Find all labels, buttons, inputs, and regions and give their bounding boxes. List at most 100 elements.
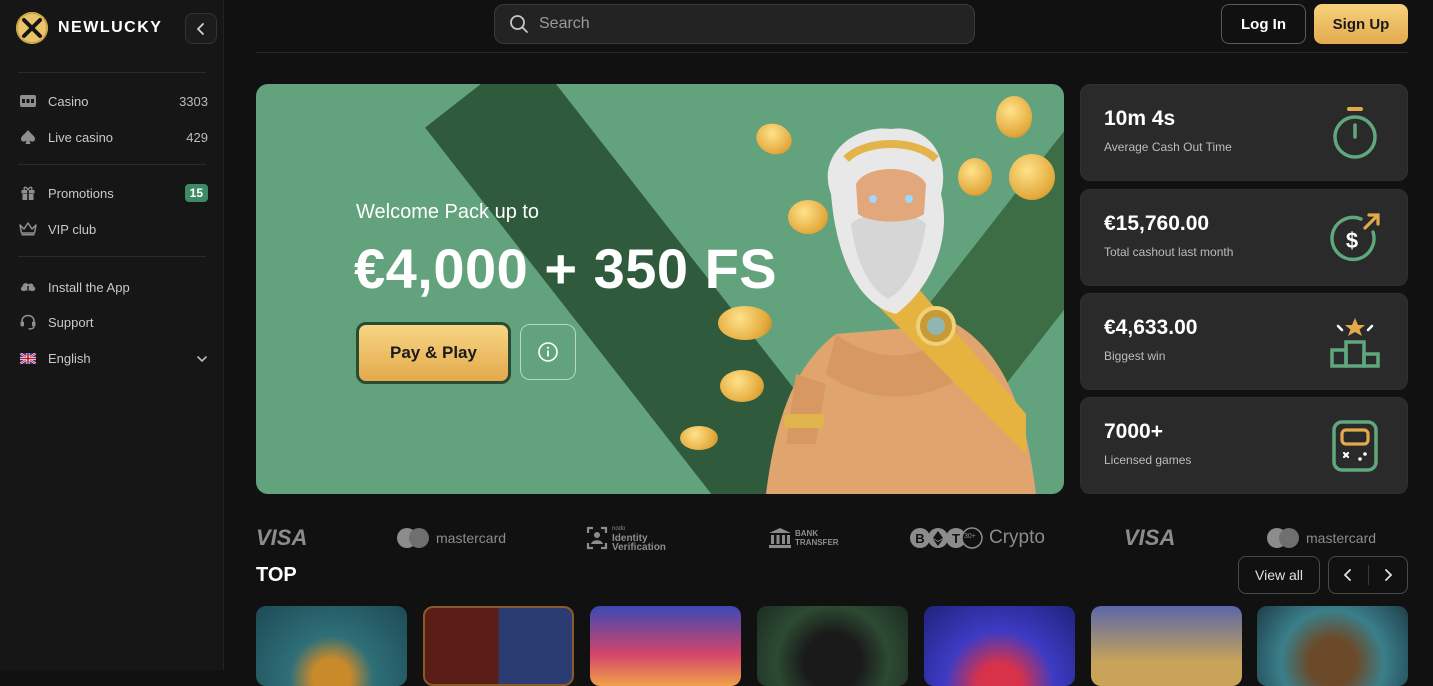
crypto-more-text: 30+ [964, 533, 976, 540]
search-input[interactable]: Search [494, 4, 975, 44]
sidebar-item-label: Support [48, 314, 94, 330]
mastercard-icon [397, 528, 429, 548]
stat-value: €4,633.00 [1104, 316, 1198, 339]
sidebar-item-label: VIP club [48, 221, 97, 237]
sidebar-item-vip-club[interactable]: VIP club [18, 218, 208, 240]
signup-button[interactable]: Sign Up [1314, 4, 1408, 44]
casino-count: 3303 [179, 93, 208, 109]
sidebar-item-promotions[interactable]: Promotions 15 [18, 182, 208, 204]
sidebar-divider [18, 72, 206, 73]
bank-transfer-logo: BANK TRANSFER [768, 522, 839, 554]
dollar-cycle-icon: $ [1330, 213, 1380, 262]
sidebar-item-label: Live casino [48, 129, 114, 145]
game-tile[interactable] [590, 606, 741, 686]
view-all-button[interactable]: View all [1238, 556, 1320, 594]
sidebar-item-label: Promotions [48, 185, 114, 201]
bank-text: BANK [795, 529, 819, 538]
stat-card-biggest-win: €4,633.00 Biggest win [1080, 293, 1408, 390]
mastercard-logo: mastercard [396, 522, 506, 554]
stat-value: 10m 4s [1104, 107, 1176, 130]
stat-value: €15,760.00 [1104, 212, 1210, 235]
uk-flag-icon [18, 349, 38, 367]
mastercard-icon [1267, 528, 1299, 548]
carousel-prev-button[interactable] [1329, 557, 1368, 593]
sidebar-item-label: Install the App [48, 279, 130, 295]
crypto-logo: B T 30+ Crypto [908, 522, 1045, 554]
game-tile[interactable] [1257, 606, 1408, 686]
slot-icon [18, 92, 38, 110]
sidebar-divider [18, 164, 206, 165]
sidebar-item-label: Casino [48, 93, 89, 109]
slot-machine-icon [1332, 420, 1378, 472]
crypto-text: Crypto [989, 527, 1045, 548]
pay-and-play-button[interactable]: Pay & Play [356, 322, 511, 384]
stopwatch-icon [1333, 107, 1377, 159]
search-placeholder: Search [539, 15, 590, 32]
sidebar-collapse-button[interactable] [185, 13, 217, 44]
sidebar: NEWLUCKY Casino 3303 Live casino 429 Pro… [0, 0, 224, 670]
podium-icon [1330, 318, 1380, 368]
zeus-character-illustration [766, 128, 1036, 494]
game-tile[interactable] [924, 606, 1075, 686]
login-button[interactable]: Log In [1221, 4, 1306, 44]
mastercard-text: mastercard [436, 530, 507, 546]
chevron-left-icon [197, 22, 204, 35]
section-title-top: TOP [256, 564, 297, 586]
identity-scan-icon [586, 526, 608, 550]
live-casino-count: 429 [186, 129, 208, 145]
hero-banner[interactable]: Welcome Pack up to €4,000 + 350 FS Pay &… [256, 84, 1064, 494]
stat-label: Biggest win [1104, 349, 1166, 363]
svg-text:T: T [952, 531, 960, 546]
sidebar-item-live-casino[interactable]: Live casino 429 [18, 126, 208, 148]
hero-title: €4,000 + 350 FS [354, 237, 778, 300]
promotions-badge: 15 [184, 184, 208, 202]
game-tile[interactable] [757, 606, 908, 686]
mastercard-text: mastercard [1306, 530, 1377, 546]
cloud-download-icon [18, 278, 38, 296]
info-button[interactable] [520, 324, 576, 380]
stat-card-licensed-games: 7000+ Licensed games [1080, 397, 1408, 494]
stat-label: Licensed games [1104, 453, 1192, 467]
stat-value: 7000+ [1104, 420, 1163, 443]
sidebar-divider [18, 256, 206, 257]
game-tile[interactable] [423, 606, 574, 686]
brand-name: NEWLUCKY [58, 19, 163, 36]
chevron-down-icon [196, 351, 208, 366]
chevron-left-icon [1343, 569, 1352, 581]
crown-icon [18, 220, 38, 238]
stat-card-cashout-time: 10m 4s Average Cash Out Time [1080, 84, 1408, 181]
search-icon [510, 15, 528, 33]
stat-label: Average Cash Out Time [1104, 140, 1232, 154]
mastercard-logo: mastercard [1266, 522, 1376, 554]
svg-text:B: B [915, 531, 924, 546]
stat-label: Total cashout last month [1104, 245, 1234, 259]
game-tile[interactable] [1091, 606, 1242, 686]
verification-text: Verification [612, 541, 666, 553]
bank-icon [769, 528, 791, 548]
brand-mark-icon [16, 12, 48, 44]
brand-logo[interactable]: NEWLUCKY [16, 12, 162, 44]
game-tile[interactable] [256, 606, 407, 686]
headset-icon [18, 313, 38, 331]
hero-subtitle: Welcome Pack up to [356, 201, 540, 223]
info-icon [538, 342, 558, 362]
gift-icon [18, 184, 38, 202]
visa-logo: VISA [1124, 525, 1176, 550]
sidebar-item-casino[interactable]: Casino 3303 [18, 90, 208, 112]
carousel-controls [1328, 556, 1408, 594]
visa-logo: VISA [256, 525, 308, 550]
sidebar-item-support[interactable]: Support [18, 311, 208, 333]
svg-text:$: $ [1346, 228, 1358, 253]
identity-verification-logo: nodo Identity Verification [586, 522, 666, 554]
chevron-right-icon [1384, 569, 1393, 581]
games-carousel [256, 606, 1408, 686]
stat-card-total-cashout: €15,760.00 Total cashout last month $ [1080, 189, 1408, 286]
language-label: English [48, 350, 91, 366]
transfer-text: TRANSFER [795, 538, 839, 547]
sidebar-item-install-app[interactable]: Install the App [18, 276, 208, 298]
payment-methods: VISA mastercard nodo Identity Verificati… [256, 522, 1408, 554]
language-selector[interactable]: English [18, 347, 208, 369]
coin-icon [680, 426, 718, 450]
spade-icon [18, 128, 38, 146]
carousel-next-button[interactable] [1369, 557, 1408, 593]
